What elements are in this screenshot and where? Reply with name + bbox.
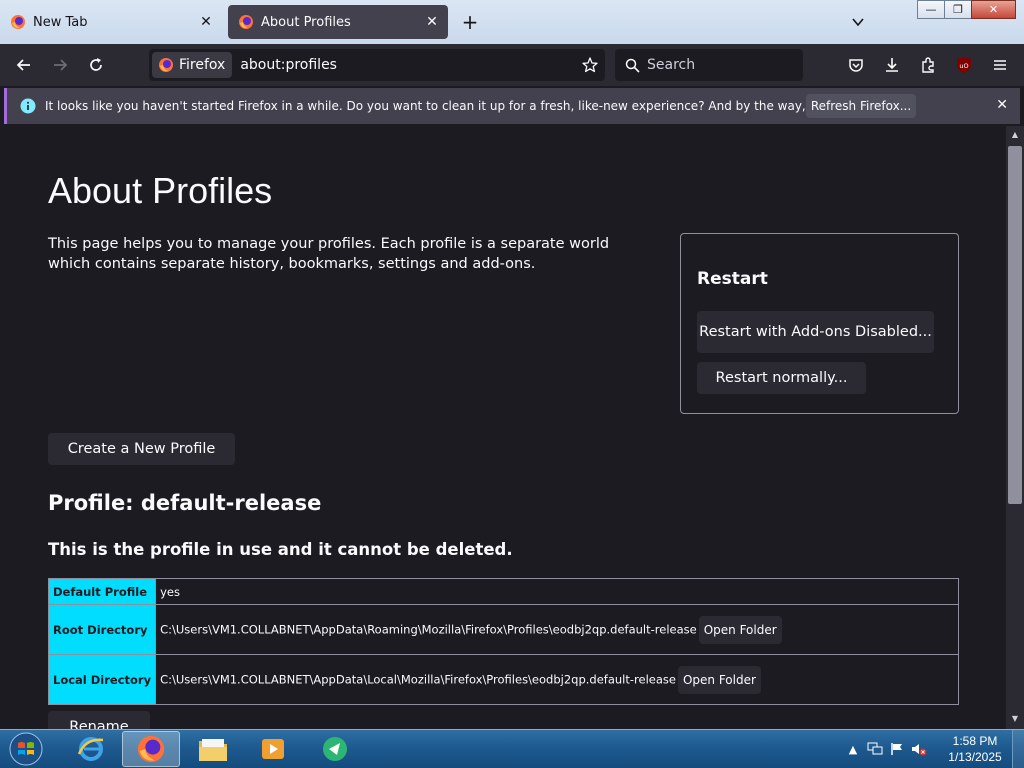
media-player-icon — [262, 739, 284, 759]
show-hidden-icons-arrow-icon[interactable]: ▲ — [842, 738, 864, 760]
notification-message: It looks like you haven't started Firefo… — [45, 99, 901, 113]
new-tab-button[interactable]: + — [456, 8, 484, 36]
show-desktop-button[interactable] — [1012, 730, 1024, 768]
close-window-button[interactable]: ✕ — [971, 0, 1016, 19]
table-row: Local Directory C:\Users\VM1.COLLABNET\A… — [47, 654, 959, 705]
downloads-icon[interactable] — [880, 53, 904, 77]
identity-box[interactable]: Firefox — [152, 52, 233, 78]
restart-normally-button[interactable]: Restart normally... — [697, 362, 866, 394]
row-value: yes — [155, 578, 959, 605]
window-controls: — ❐ ✕ — [917, 0, 1016, 19]
reload-icon[interactable] — [84, 53, 108, 77]
open-local-folder-button[interactable]: Open Folder — [677, 665, 761, 694]
page-content: About Profiles This page helps you to ma… — [0, 126, 1006, 729]
firefox-icon — [11, 15, 25, 29]
page-title: About Profiles — [48, 170, 273, 211]
restart-panel: Restart Restart with Add-ons Disabled...… — [680, 233, 959, 414]
start-button[interactable] — [4, 730, 48, 768]
pocket-icon[interactable] — [844, 53, 868, 77]
refresh-firefox-button[interactable]: Refresh Firefox... — [806, 94, 916, 118]
tab-close-icon[interactable]: ✕ — [194, 14, 218, 30]
notification-bar: It looks like you haven't started Firefo… — [4, 88, 1020, 124]
taskbar-clock[interactable]: 1:58 PM 1/13/2025 — [935, 733, 1015, 765]
taskbar-media-player[interactable] — [244, 731, 302, 767]
maximize-button[interactable]: ❐ — [944, 0, 972, 19]
list-all-tabs-icon[interactable] — [844, 8, 872, 36]
scrollbar-thumb[interactable] — [1008, 146, 1022, 504]
row-label: Default Profile — [47, 578, 157, 605]
internet-explorer-icon — [77, 737, 104, 761]
open-root-folder-button[interactable]: Open Folder — [698, 615, 782, 644]
clock-date: 1/13/2025 — [948, 750, 1002, 764]
bookmark-star-icon[interactable] — [575, 56, 605, 74]
tab-close-icon[interactable]: ✕ — [420, 14, 444, 30]
firefox-icon — [137, 735, 165, 763]
firefox-icon — [159, 58, 173, 72]
ublock-origin-icon[interactable]: uO — [952, 53, 976, 77]
url-text[interactable]: about:profiles — [240, 57, 575, 73]
folder-icon — [199, 739, 227, 761]
profile-heading: Profile: default-release — [48, 491, 322, 515]
tab-title: About Profiles — [261, 14, 351, 30]
windows-logo-icon — [9, 732, 43, 766]
tab-about-profiles[interactable]: About Profiles ✕ — [228, 5, 448, 39]
taskbar-firefox[interactable] — [122, 731, 180, 767]
back-icon[interactable] — [12, 53, 36, 77]
rename-button[interactable]: Rename — [48, 711, 150, 729]
restart-addons-disabled-button[interactable]: Restart with Add-ons Disabled... — [697, 311, 934, 353]
row-cell: C:\Users\VM1.COLLABNET\AppData\Roaming\M… — [155, 604, 959, 655]
taskbar-internet-explorer[interactable] — [62, 731, 120, 767]
taskbar-app[interactable] — [306, 731, 364, 767]
system-tray: ▲ — [842, 730, 930, 768]
clock-time: 1:58 PM — [952, 734, 998, 748]
taskbar: ▲ 1:58 PM 1/13/2025 — [0, 729, 1024, 768]
tab-new-tab[interactable]: New Tab ✕ — [0, 5, 222, 39]
url-bar[interactable]: Firefox about:profiles — [149, 49, 605, 81]
create-profile-button[interactable]: Create a New Profile — [48, 433, 235, 465]
action-center-flag-icon[interactable] — [886, 738, 908, 760]
scroll-up-arrow-icon[interactable]: ▲ — [1010, 130, 1020, 140]
restart-heading: Restart — [697, 269, 768, 289]
close-notification-icon[interactable]: ✕ — [996, 97, 1008, 113]
profile-table: Default Profile yes Root Directory C:\Us… — [47, 578, 959, 705]
search-bar[interactable]: Search — [615, 49, 803, 81]
tab-strip: New Tab ✕ About Profiles ✕ + — ❐ ✕ — [0, 0, 1024, 44]
forward-icon[interactable] — [48, 53, 72, 77]
taskbar-file-explorer[interactable] — [184, 731, 242, 767]
scroll-down-arrow-icon[interactable]: ▼ — [1010, 714, 1020, 724]
search-placeholder: Search — [647, 57, 696, 73]
menu-icon[interactable] — [988, 53, 1012, 77]
row-label: Local Directory — [47, 654, 157, 705]
navigation-toolbar: Firefox about:profiles Search uO — [0, 44, 1024, 86]
chat-app-icon — [323, 737, 347, 761]
identity-label: Firefox — [179, 57, 226, 73]
extensions-icon[interactable] — [916, 53, 940, 77]
volume-muted-icon[interactable] — [908, 738, 930, 760]
profile-in-use-notice: This is the profile in use and it cannot… — [48, 540, 513, 559]
info-icon — [20, 98, 36, 114]
page-intro: This page helps you to manage your profi… — [48, 236, 610, 272]
network-icon[interactable] — [864, 738, 886, 760]
table-row: Root Directory C:\Users\VM1.COLLABNET\Ap… — [47, 604, 959, 655]
local-directory-path: C:\Users\VM1.COLLABNET\AppData\Local\Moz… — [160, 672, 676, 686]
table-row: Default Profile yes — [47, 578, 959, 605]
root-directory-path: C:\Users\VM1.COLLABNET\AppData\Roaming\M… — [160, 622, 697, 636]
minimize-button[interactable]: — — [917, 0, 945, 19]
svg-text:uO: uO — [959, 62, 968, 70]
row-label: Root Directory — [47, 604, 157, 655]
page-scrollbar[interactable]: ▲ ▼ — [1006, 126, 1024, 729]
search-icon — [625, 58, 640, 73]
tab-title: New Tab — [33, 14, 88, 30]
row-cell: C:\Users\VM1.COLLABNET\AppData\Local\Moz… — [155, 654, 959, 705]
firefox-icon — [239, 15, 253, 29]
